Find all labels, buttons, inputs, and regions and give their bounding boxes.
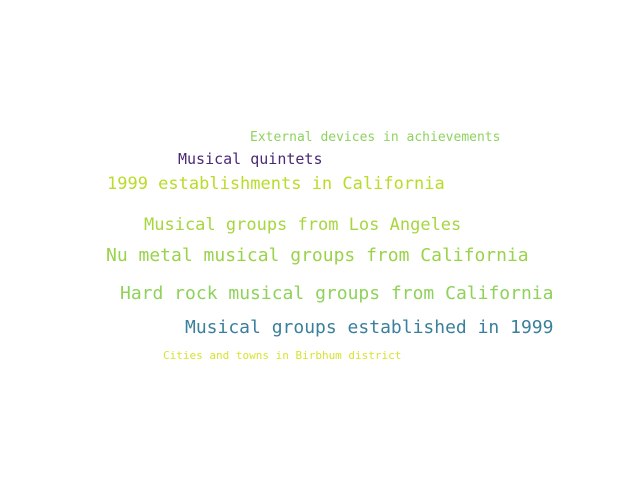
word-1999-establishments: 1999 establishments in California bbox=[107, 174, 445, 194]
word-cloud: External devices in achievements Musical… bbox=[0, 0, 640, 480]
word-musical-groups-la: Musical groups from Los Angeles bbox=[144, 215, 462, 235]
word-groups-established-1999: Musical groups established in 1999 bbox=[185, 317, 554, 338]
word-musical-quintets: Musical quintets bbox=[178, 150, 323, 168]
word-external-devices: External devices in achievements bbox=[250, 130, 501, 145]
word-nu-metal-groups: Nu metal musical groups from California bbox=[106, 245, 529, 266]
word-hard-rock-groups: Hard rock musical groups from California bbox=[120, 283, 554, 304]
word-birbhum-towns: Cities and towns in Birbhum district bbox=[163, 349, 402, 362]
